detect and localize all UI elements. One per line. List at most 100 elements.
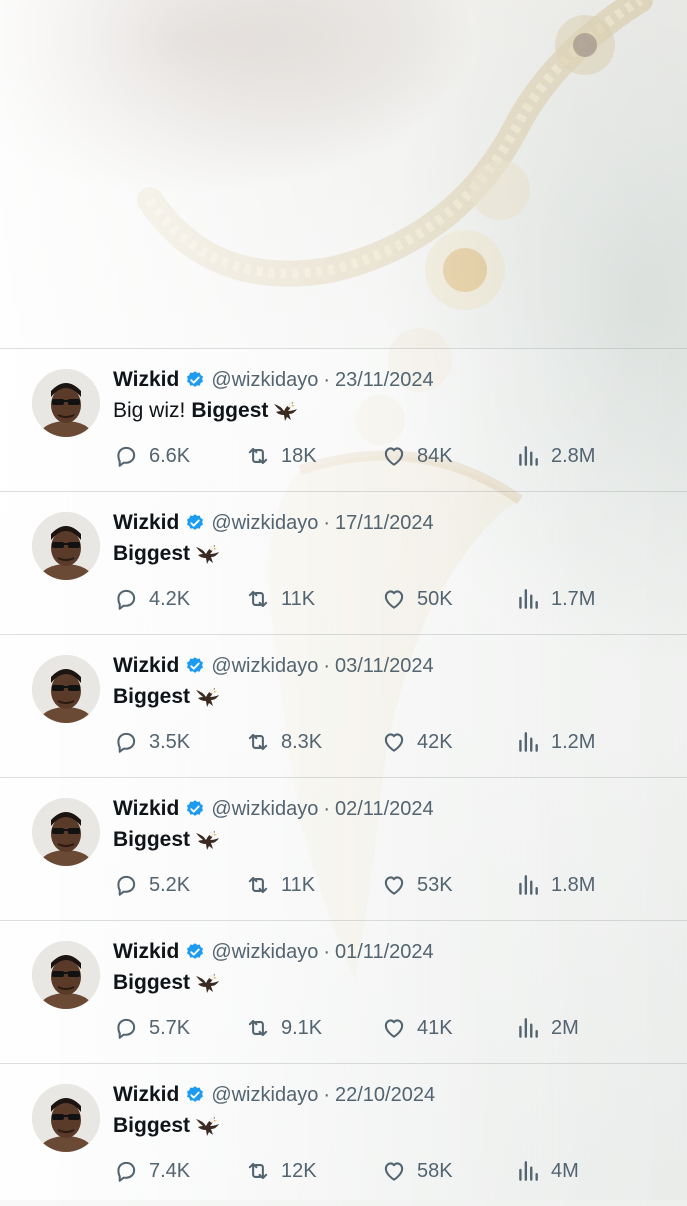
avatar[interactable] bbox=[32, 369, 100, 437]
like-button[interactable]: 42K bbox=[381, 727, 453, 757]
tweet[interactable]: Wizkid @wizkidayo · 03/11/2024 Biggest 3… bbox=[0, 634, 687, 777]
reply-icon bbox=[117, 446, 136, 467]
tweet-text: Biggest bbox=[113, 685, 221, 709]
retweet-count: 18K bbox=[281, 444, 317, 467]
reply-icon bbox=[117, 1018, 136, 1039]
tweet-text: Biggest bbox=[113, 971, 221, 995]
tweet-text: Big wiz! Biggest bbox=[113, 399, 299, 423]
tweet-actions: 3.5K 8.3K 42K 1.2M bbox=[113, 727, 613, 757]
bar-chart-icon bbox=[519, 1018, 538, 1038]
eagle-emoji bbox=[196, 688, 220, 707]
avatar[interactable] bbox=[32, 1084, 100, 1152]
avatar[interactable] bbox=[32, 655, 100, 723]
tweet-date[interactable]: 03/11/2024 bbox=[335, 655, 434, 678]
display-name[interactable]: Wizkid bbox=[113, 368, 179, 392]
heart-icon bbox=[384, 733, 404, 752]
handle[interactable]: @wizkidayo bbox=[211, 512, 318, 535]
tweet-text: Biggest bbox=[113, 828, 221, 852]
like-button[interactable]: 50K bbox=[381, 584, 453, 614]
eagle-emoji bbox=[196, 831, 220, 850]
tweet-actions: 4.2K 11K 50K 1.7M bbox=[113, 584, 613, 614]
verified-badge-icon bbox=[187, 1086, 204, 1102]
retweet-button[interactable]: 11K bbox=[245, 584, 315, 614]
reply-count: 7.4K bbox=[149, 1159, 191, 1182]
reply-count: 4.2K bbox=[149, 587, 191, 610]
eagle-emoji bbox=[196, 974, 220, 993]
heart-icon bbox=[384, 1019, 404, 1038]
display-name[interactable]: Wizkid bbox=[113, 940, 179, 964]
views-button[interactable]: 2.8M bbox=[515, 441, 595, 471]
profile-picture bbox=[32, 512, 100, 580]
tweet[interactable]: Wizkid @wizkidayo · 22/10/2024 Biggest 7… bbox=[0, 1063, 687, 1206]
separator: · bbox=[323, 368, 330, 391]
eagle-emoji bbox=[274, 402, 298, 421]
tweet-text-bold: Biggest bbox=[113, 971, 191, 994]
display-name[interactable]: Wizkid bbox=[113, 511, 179, 535]
separator: · bbox=[323, 1083, 330, 1106]
like-count: 41K bbox=[417, 1016, 453, 1039]
like-button[interactable]: 41K bbox=[381, 1013, 453, 1043]
handle[interactable]: @wizkidayo bbox=[211, 798, 318, 821]
bar-chart-icon bbox=[519, 1161, 538, 1181]
reply-button[interactable]: 3.5K bbox=[113, 727, 190, 757]
separator: · bbox=[323, 940, 330, 963]
like-button[interactable]: 53K bbox=[381, 870, 453, 900]
tweet[interactable]: Wizkid @wizkidayo · 01/11/2024 Biggest 5… bbox=[0, 920, 687, 1063]
display-name[interactable]: Wizkid bbox=[113, 797, 179, 821]
retweet-count: 9.1K bbox=[281, 1016, 323, 1039]
tweet-text-plain: Big wiz! bbox=[113, 399, 186, 422]
views-button[interactable]: 1.8M bbox=[515, 870, 595, 900]
separator: · bbox=[323, 511, 330, 534]
reply-button[interactable]: 7.4K bbox=[113, 1156, 190, 1186]
retweet-button[interactable]: 12K bbox=[245, 1156, 317, 1186]
handle[interactable]: @wizkidayo bbox=[211, 941, 318, 964]
display-name[interactable]: Wizkid bbox=[113, 654, 179, 678]
bar-chart-icon bbox=[519, 589, 538, 609]
retweet-button[interactable]: 18K bbox=[245, 441, 317, 471]
tweet-date[interactable]: 22/10/2024 bbox=[335, 1084, 435, 1107]
reply-icon bbox=[117, 875, 136, 896]
reply-icon bbox=[117, 732, 136, 753]
retweet-icon bbox=[248, 447, 268, 465]
views-button[interactable]: 1.7M bbox=[515, 584, 595, 614]
tweet-date[interactable]: 23/11/2024 bbox=[335, 369, 434, 392]
retweet-icon bbox=[248, 1019, 268, 1037]
tweet[interactable]: Wizkid @wizkidayo · 23/11/2024 Big wiz! … bbox=[0, 348, 687, 491]
tweet-date[interactable]: 17/11/2024 bbox=[335, 512, 434, 535]
like-button[interactable]: 58K bbox=[381, 1156, 453, 1186]
views-button[interactable]: 1.2M bbox=[515, 727, 595, 757]
bar-chart-icon bbox=[519, 875, 538, 895]
reply-button[interactable]: 5.7K bbox=[113, 1013, 190, 1043]
eagle-emoji bbox=[196, 1117, 220, 1136]
display-name[interactable]: Wizkid bbox=[113, 1083, 179, 1107]
profile-picture bbox=[32, 941, 100, 1009]
reply-count: 6.6K bbox=[149, 444, 191, 467]
views-button[interactable]: 4M bbox=[515, 1156, 579, 1186]
avatar[interactable] bbox=[32, 798, 100, 866]
views-button[interactable]: 2M bbox=[515, 1013, 579, 1043]
tweet-date[interactable]: 02/11/2024 bbox=[335, 798, 434, 821]
like-count: 84K bbox=[417, 444, 453, 467]
profile-picture bbox=[32, 1084, 100, 1152]
retweet-button[interactable]: 9.1K bbox=[245, 1013, 322, 1043]
avatar[interactable] bbox=[32, 941, 100, 1009]
reply-button[interactable]: 6.6K bbox=[113, 441, 190, 471]
retweet-icon bbox=[248, 876, 268, 894]
reply-icon bbox=[117, 589, 136, 610]
verified-badge-icon bbox=[187, 371, 204, 387]
handle[interactable]: @wizkidayo bbox=[211, 1084, 318, 1107]
reply-button[interactable]: 5.2K bbox=[113, 870, 190, 900]
tweet[interactable]: Wizkid @wizkidayo · 02/11/2024 Biggest 5… bbox=[0, 777, 687, 920]
retweet-button[interactable]: 8.3K bbox=[245, 727, 322, 757]
retweet-button[interactable]: 11K bbox=[245, 870, 315, 900]
tweet-date[interactable]: 01/11/2024 bbox=[335, 941, 434, 964]
handle[interactable]: @wizkidayo bbox=[211, 655, 318, 678]
like-button[interactable]: 84K bbox=[381, 441, 453, 471]
tweet[interactable]: Wizkid @wizkidayo · 17/11/2024 Biggest 4… bbox=[0, 491, 687, 634]
avatar[interactable] bbox=[32, 512, 100, 580]
view-count: 2.8M bbox=[551, 444, 596, 467]
reply-count: 5.2K bbox=[149, 873, 191, 896]
handle[interactable]: @wizkidayo bbox=[211, 369, 318, 392]
reply-button[interactable]: 4.2K bbox=[113, 584, 190, 614]
like-count: 50K bbox=[417, 587, 453, 610]
